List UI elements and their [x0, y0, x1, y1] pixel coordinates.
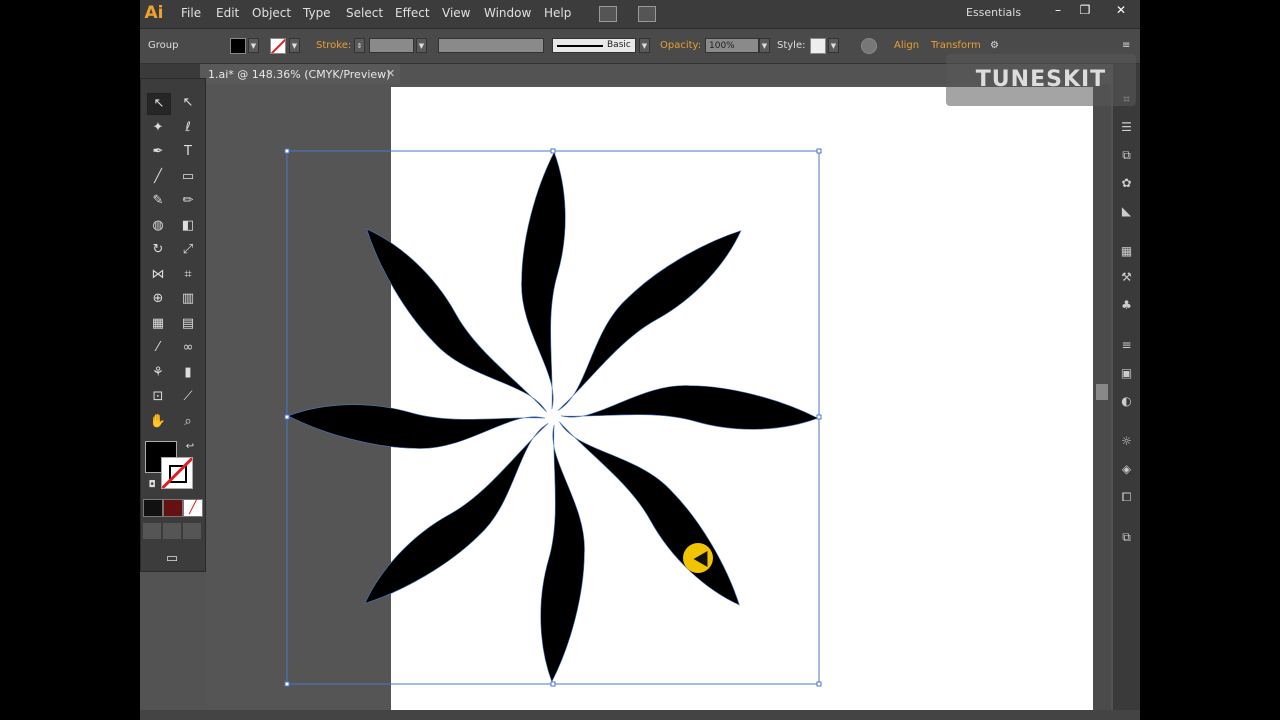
links-panel-icon[interactable]: ⧠: [1118, 490, 1135, 505]
illustrator-window: Ai File Edit Object Type Select Effect V…: [140, 0, 1140, 720]
stroke-panel-icon[interactable]: ≡: [1118, 338, 1135, 353]
pathfinder-panel-icon[interactable]: ⧉: [1118, 148, 1135, 163]
appearance-panel-icon[interactable]: ◐: [1118, 394, 1135, 409]
flower-petal[interactable]: [559, 367, 819, 458]
swatches-panel-icon[interactable]: ▦: [1118, 244, 1135, 259]
artwork-canvas[interactable]: [140, 0, 1140, 720]
brushes-panel-icon[interactable]: ⚒: [1118, 270, 1135, 285]
status-bar: [140, 710, 1140, 720]
panel-dock: ⌗ ☰ ⧉ ✿ ◣ ▦ ⚒ ♣ ≡ ▣ ◐ ☼ ◈ ⧠ ⧉: [1113, 64, 1140, 720]
color-guide-panel-icon[interactable]: ✿: [1118, 176, 1135, 191]
transparency-panel-icon[interactable]: ▣: [1118, 366, 1135, 381]
scroll-thumb[interactable]: [1096, 384, 1108, 400]
symbols-panel-icon[interactable]: ♣: [1118, 298, 1135, 313]
mouse-cursor-highlight: [683, 543, 713, 573]
layers-panel-icon[interactable]: ◈: [1118, 462, 1135, 477]
flower-petal[interactable]: [287, 377, 547, 468]
flower-petal[interactable]: [503, 151, 594, 411]
flower-petal[interactable]: [513, 423, 604, 683]
watermark-logo: TUNESKIT: [946, 54, 1136, 106]
align-panel-icon[interactable]: ☰: [1118, 120, 1135, 135]
pinwheel-flower-group[interactable]: [287, 151, 819, 683]
transform-panel-icon[interactable]: ⧉: [1118, 530, 1135, 545]
graphic-styles-panel-icon[interactable]: ☼: [1118, 434, 1135, 449]
vertical-scrollbar[interactable]: [1093, 84, 1111, 710]
gradient-panel-icon[interactable]: ◣: [1118, 204, 1135, 219]
